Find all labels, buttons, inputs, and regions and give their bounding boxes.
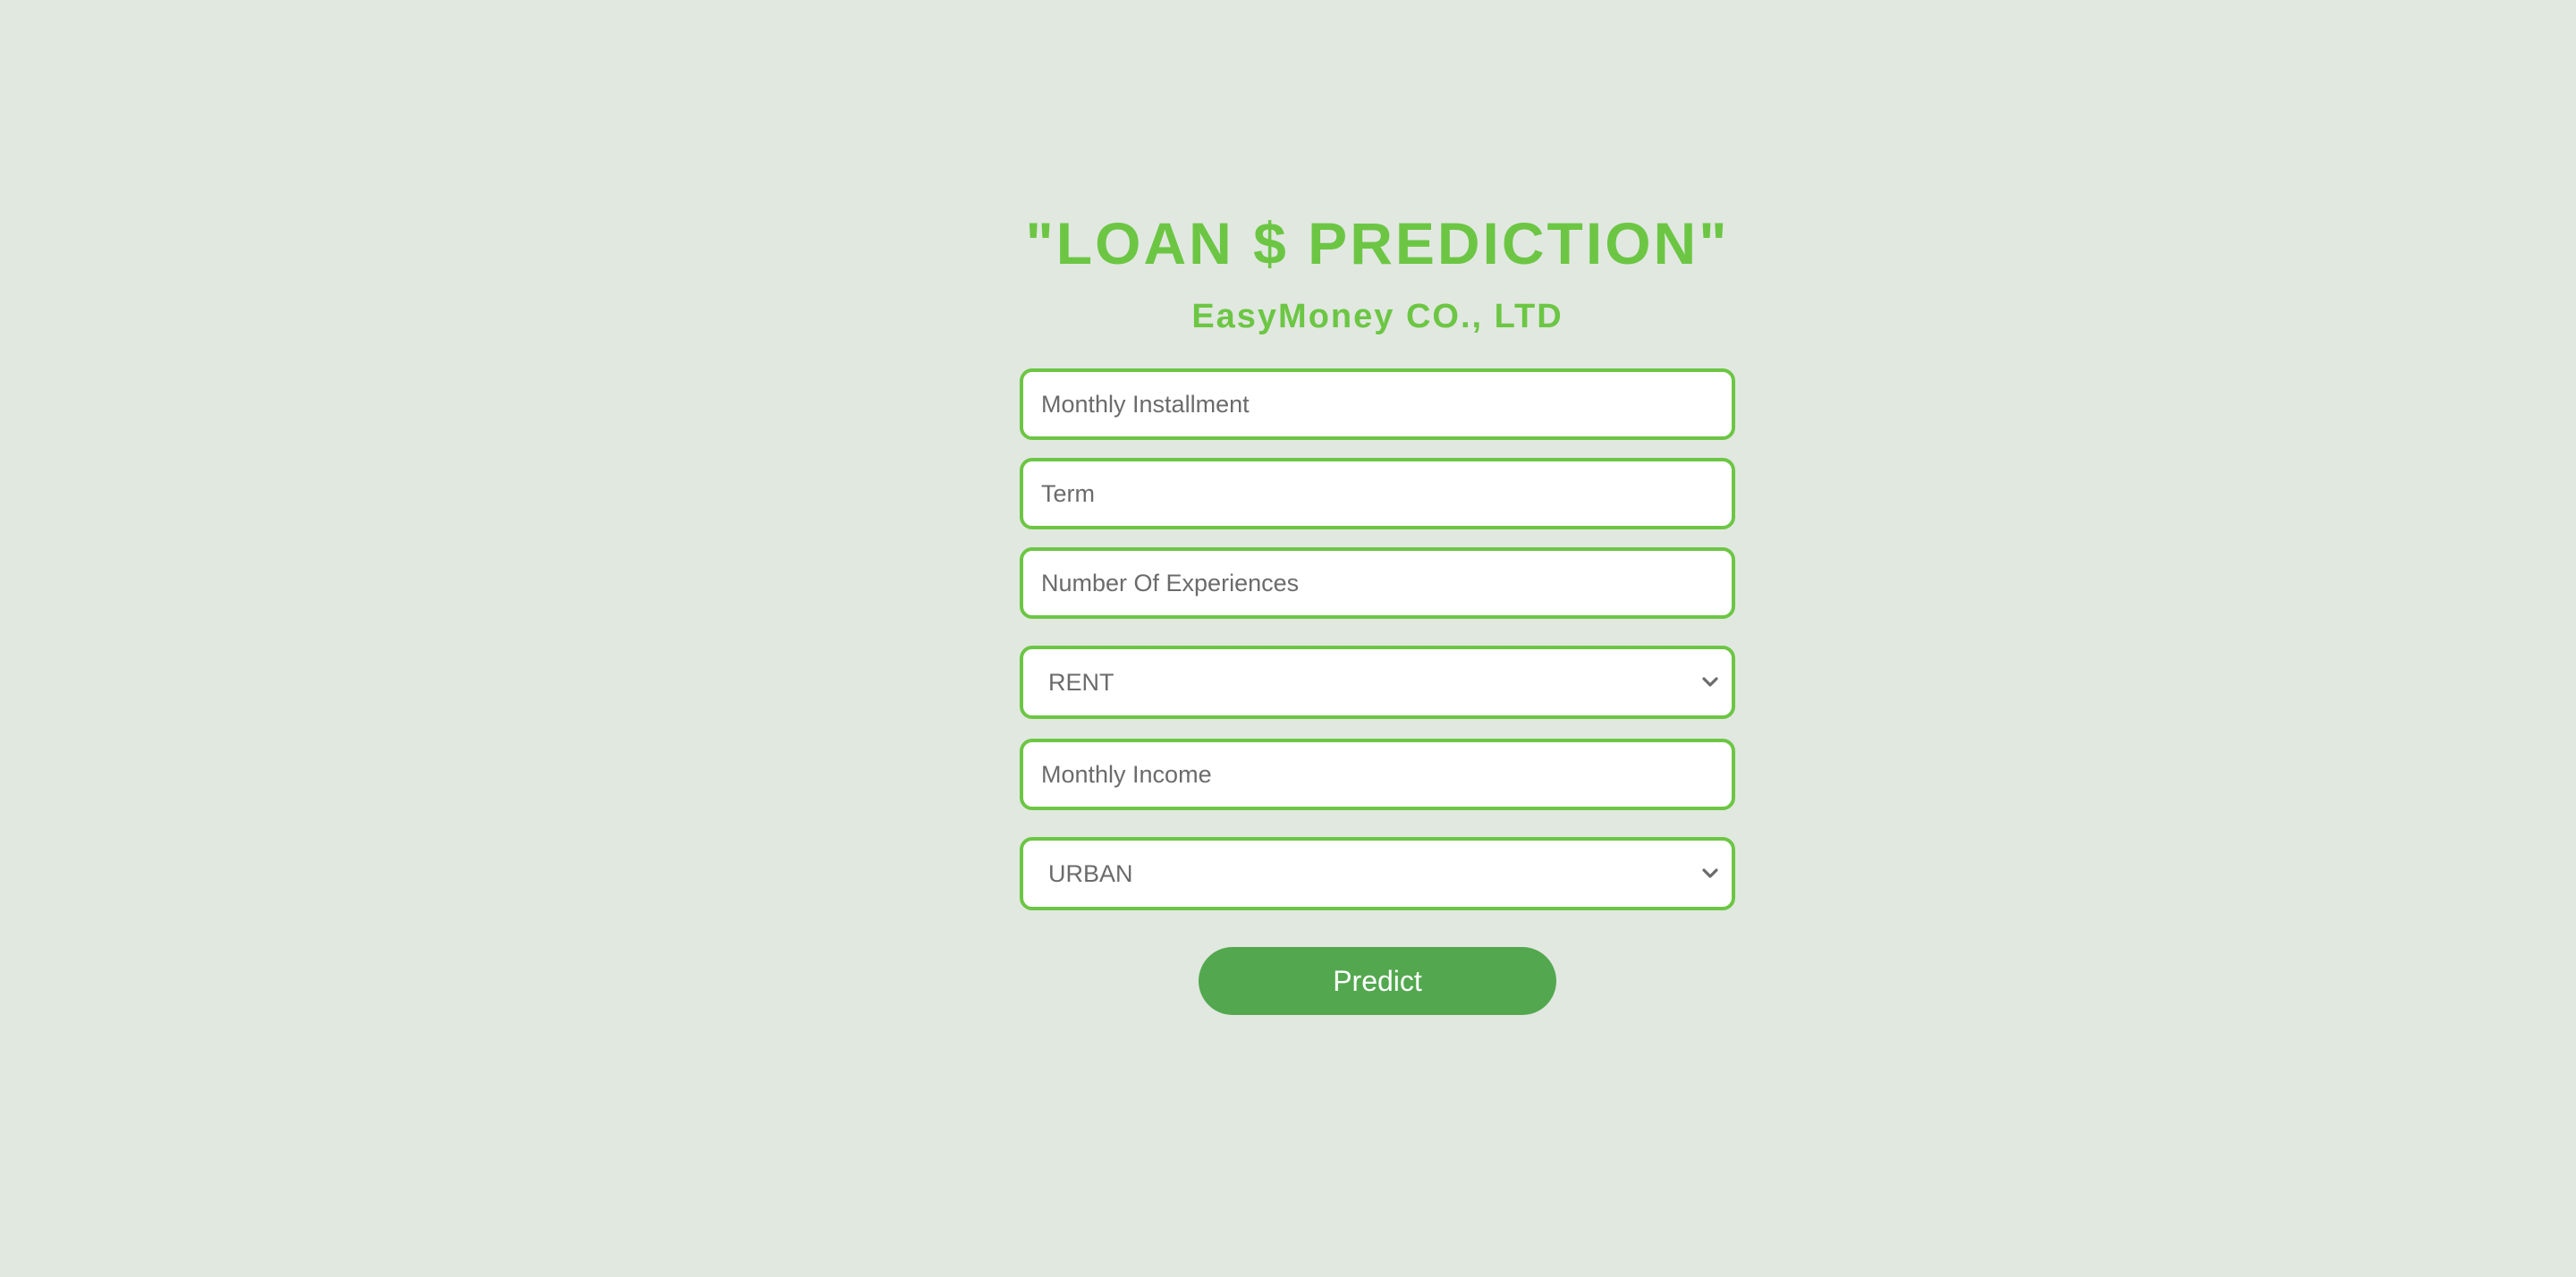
area-value: URBAN (1048, 860, 1133, 887)
monthly-income-placeholder: Monthly Income (1041, 761, 1212, 788)
term-input[interactable]: Term (1020, 458, 1735, 529)
monthly-installment-input[interactable]: Monthly Installment (1020, 368, 1735, 440)
number-of-experiences-input[interactable]: Number Of Experiences (1020, 547, 1735, 619)
term-placeholder: Term (1041, 480, 1095, 507)
number-of-experiences-placeholder: Number Of Experiences (1041, 570, 1300, 596)
chevron-down-icon (1702, 868, 1718, 878)
monthly-installment-placeholder: Monthly Installment (1041, 391, 1250, 418)
loan-form-container: "LOAN $ PREDICTION" EasyMoney CO., LTD (1020, 206, 1735, 338)
predict-button[interactable]: Predict (1199, 947, 1556, 1015)
area-select[interactable]: URBAN (1020, 837, 1735, 910)
home-ownership-select[interactable]: RENT (1020, 646, 1735, 719)
page-title: "LOAN $ PREDICTION" (1025, 210, 1730, 276)
chevron-down-icon (1702, 677, 1718, 687)
home-ownership-value: RENT (1048, 669, 1114, 696)
monthly-income-input[interactable]: Monthly Income (1020, 739, 1735, 810)
company-subtitle: EasyMoney CO., LTD (1191, 298, 1563, 335)
